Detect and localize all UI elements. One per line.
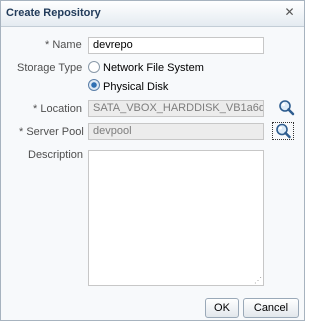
server-pool-label-group: * Server Pool xyxy=(19,126,84,138)
location-label-group: * Location xyxy=(33,103,82,115)
magnifier-icon xyxy=(276,123,291,139)
close-icon[interactable]: ✕ xyxy=(283,6,296,19)
magnifier-icon xyxy=(279,100,295,116)
radio-network-file-system[interactable] xyxy=(88,61,100,73)
location-input: SATA_VBOX_HARDDISK_VB1a6d xyxy=(88,100,264,117)
dialog-titlebar: Create Repository ✕ xyxy=(1,1,304,27)
storage-type-label: Storage Type xyxy=(17,62,83,74)
server-pool-search-icon[interactable] xyxy=(272,122,294,140)
description-textarea[interactable] xyxy=(88,150,264,286)
name-input[interactable]: devrepo xyxy=(88,37,264,54)
radio-label-physical-disk: Physical Disk xyxy=(103,81,169,93)
radio-label-network-file-system: Network File System xyxy=(103,62,204,74)
description-label: Description xyxy=(28,149,84,161)
cancel-button[interactable]: Cancel xyxy=(243,298,299,318)
location-search-icon[interactable] xyxy=(277,99,299,117)
ok-button[interactable]: OK xyxy=(205,298,239,318)
dialog-title: Create Repository xyxy=(6,7,101,19)
resize-grip-icon[interactable]: ⋰ xyxy=(254,276,262,285)
server-pool-input: devpool xyxy=(88,123,264,140)
server-pool-required-mark: * xyxy=(19,126,24,138)
location-label: Location xyxy=(40,103,82,115)
name-required-mark: * xyxy=(45,39,50,51)
location-required-mark: * xyxy=(33,103,38,115)
create-repository-dialog: Create Repository ✕ * Name devrepo Stora… xyxy=(0,0,305,321)
radio-physical-disk[interactable] xyxy=(88,79,100,91)
server-pool-label: Server Pool xyxy=(26,126,84,138)
name-label: Name xyxy=(52,39,82,51)
name-label-group: * Name xyxy=(45,39,82,51)
